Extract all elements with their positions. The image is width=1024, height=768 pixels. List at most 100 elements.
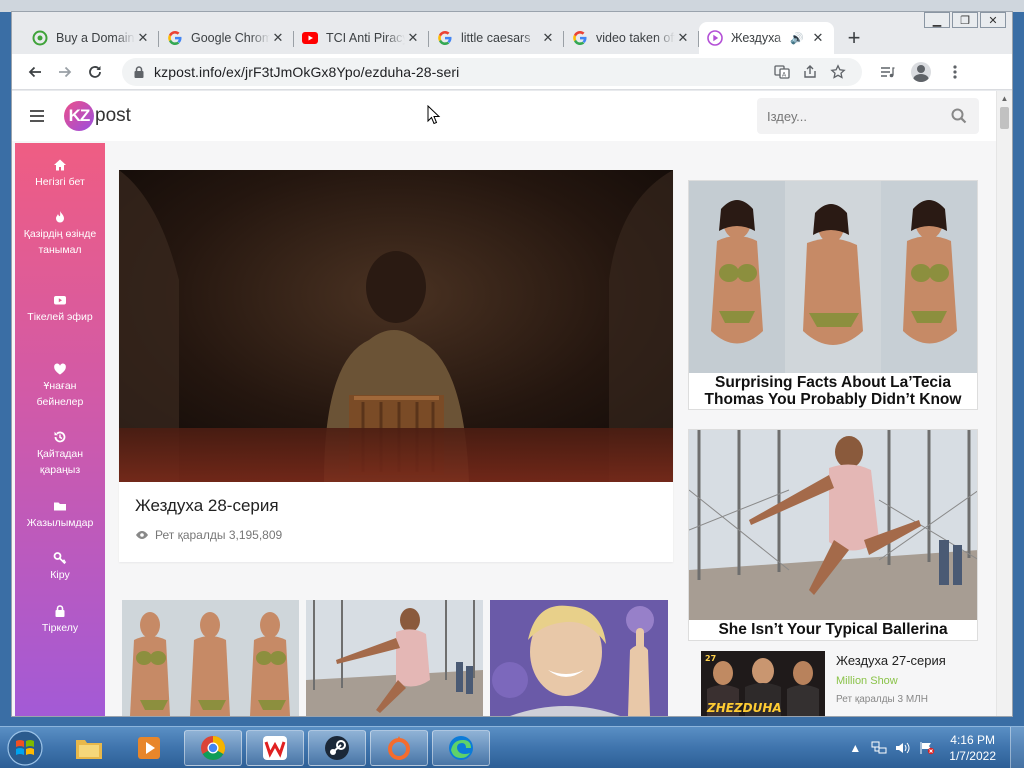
wps-icon[interactable] [246, 730, 304, 766]
media-player-icon[interactable] [120, 730, 178, 766]
video-views: Рет қаралды 3,195,809 [135, 528, 282, 542]
tab-zhezduha-active[interactable]: Жездуха 🔊 ✕ [699, 22, 834, 54]
side-video-thumbnail: 27 ZHEZDUHA [701, 651, 825, 716]
history-icon [54, 431, 66, 443]
eye-icon [136, 531, 148, 539]
maximize-button[interactable]: ❐ [952, 12, 978, 28]
ad-image [689, 430, 977, 622]
tab-strip: Buy a Domain ✕ Google Chrome ✕ TCI Anti … [12, 20, 1012, 54]
page-scrollbar[interactable]: ▲ [996, 91, 1012, 716]
close-window-button[interactable]: ✕ [980, 12, 1006, 28]
ad-caption: Surprising Facts About La’Tecia Thomas Y… [689, 373, 977, 409]
edge-icon[interactable] [432, 730, 490, 766]
sidebar-item-register[interactable]: Тіркелу [15, 604, 105, 636]
action-center-flag-icon[interactable] [918, 739, 936, 757]
page-viewport: KZ post Негізгі бет Қазірдің өзінде таны… [12, 91, 996, 716]
logo-text: post [95, 105, 131, 126]
close-tab-icon[interactable]: ✕ [810, 30, 826, 46]
google-icon [437, 30, 453, 46]
lock-icon [55, 605, 65, 617]
media-controls-icon[interactable] [872, 58, 902, 86]
clock-time: 4:16 PM [950, 733, 995, 747]
tab-tci-anti-piracy[interactable]: TCI Anti Piracy ✕ [294, 22, 429, 54]
back-button[interactable] [20, 57, 50, 87]
system-clock[interactable]: 4:16 PM 1/7/2022 [949, 732, 996, 764]
hamburger-menu-icon[interactable] [30, 110, 44, 122]
search-input[interactable] [767, 108, 949, 124]
side-video-channel[interactable]: Million Show [836, 675, 898, 687]
close-tab-icon[interactable]: ✕ [270, 30, 286, 46]
video-site-icon [707, 30, 723, 46]
side-video-title: Жездуха 27-серия [836, 653, 946, 668]
logo-badge: KZ [64, 101, 94, 131]
new-tab-button[interactable]: + [840, 24, 868, 52]
translate-icon[interactable]: A [768, 61, 796, 83]
related-thumbnail[interactable] [306, 600, 483, 716]
key-icon [53, 552, 67, 565]
youtube-icon [302, 30, 318, 46]
bookmark-star-icon[interactable] [824, 61, 852, 83]
thumb-title-text: ZHEZDUHA [706, 701, 782, 715]
sidebar-item-subscriptions[interactable]: Жазылымдар [15, 499, 105, 531]
site-logo[interactable]: KZ post [64, 101, 131, 131]
back-arrow-icon [28, 66, 41, 77]
chrome-icon[interactable] [184, 730, 242, 766]
share-icon[interactable] [796, 61, 824, 83]
ad-latecia[interactable]: Surprising Facts About La’Tecia Thomas Y… [688, 180, 978, 410]
network-icon[interactable] [870, 739, 888, 757]
system-tray: ▲ 4:16 PM 1/7/2022 [843, 727, 1024, 768]
flame-icon [56, 211, 64, 223]
steam-icon[interactable] [308, 730, 366, 766]
main-video-card: Жездуха 28-серия Рет қаралды 3,195,809 [119, 170, 673, 562]
address-bar[interactable]: kzpost.info/ex/jrF3tJmOkGx8Ypo/ezduha-28… [122, 57, 862, 86]
sidebar-item-liked[interactable]: Ұнаған бейнелер [15, 362, 105, 410]
related-thumbnail[interactable] [122, 600, 299, 716]
url-text: kzpost.info/ex/jrF3tJmOkGx8Ypo/ezduha-28… [154, 63, 460, 80]
scroll-up-icon[interactable]: ▲ [997, 91, 1012, 105]
scrollbar-thumb[interactable] [1000, 107, 1009, 129]
related-thumbnail-image [122, 600, 299, 716]
mouse-cursor-icon [427, 105, 441, 125]
video-player[interactable] [119, 170, 673, 482]
close-tab-icon[interactable]: ✕ [135, 30, 151, 46]
minimize-button[interactable]: ▁ [924, 12, 950, 28]
ad-caption: She Isn’t Your Typical Ballerina [689, 620, 977, 640]
site-header: KZ post [12, 91, 996, 141]
forward-button[interactable] [50, 57, 80, 87]
windows-logo-icon [7, 730, 43, 766]
tab-video-taken-off[interactable]: video taken off ✕ [564, 22, 699, 54]
speaker-icon[interactable]: 🔊 [790, 32, 804, 45]
more-menu-icon[interactable] [940, 58, 970, 86]
start-button[interactable] [2, 728, 48, 768]
close-tab-icon[interactable]: ✕ [540, 30, 556, 46]
close-tab-icon[interactable]: ✕ [675, 30, 691, 46]
tab-buy-domain[interactable]: Buy a Domain ✕ [24, 22, 159, 54]
sidebar-item-login[interactable]: Кіру [15, 551, 105, 583]
reload-button[interactable] [80, 57, 110, 87]
reload-icon [89, 65, 101, 78]
volume-icon[interactable] [894, 739, 912, 757]
sidebar-item-history[interactable]: Қайтадан қараңыз [15, 430, 105, 478]
search-icon[interactable] [949, 106, 969, 126]
window-controls: ▁ ❐ ✕ [924, 12, 1006, 28]
origin-icon[interactable] [370, 730, 428, 766]
related-thumbnail[interactable] [490, 600, 668, 716]
forward-arrow-icon [59, 66, 72, 77]
show-desktop-button[interactable] [1010, 727, 1024, 768]
file-explorer-icon[interactable] [60, 730, 118, 766]
close-tab-icon[interactable]: ✕ [405, 30, 421, 46]
profile-avatar-icon[interactable] [906, 58, 936, 86]
tab-little-caesars[interactable]: little caesars ✕ [429, 22, 564, 54]
google-icon [572, 30, 588, 46]
sidebar-item-live[interactable]: Тікелей эфир [15, 293, 105, 325]
show-hidden-icons-icon[interactable]: ▲ [846, 739, 864, 757]
video-frame-image [119, 170, 673, 482]
side-video-item[interactable]: 27 ZHEZDUHA Жездуха 27-серия Million Sho… [701, 651, 991, 716]
tab-google-chrome[interactable]: Google Chrome ✕ [159, 22, 294, 54]
related-thumbnail-image [490, 600, 668, 716]
video-title: Жездуха 28-серия [135, 496, 279, 515]
side-video-views: Рет қаралды 3 МЛН [836, 694, 928, 705]
sidebar-item-trending[interactable]: Қазірдің өзінде танымал [15, 210, 105, 258]
ad-ballerina[interactable]: She Isn’t Your Typical Ballerina [688, 429, 978, 641]
sidebar-item-home[interactable]: Негізгі бет [15, 158, 105, 190]
